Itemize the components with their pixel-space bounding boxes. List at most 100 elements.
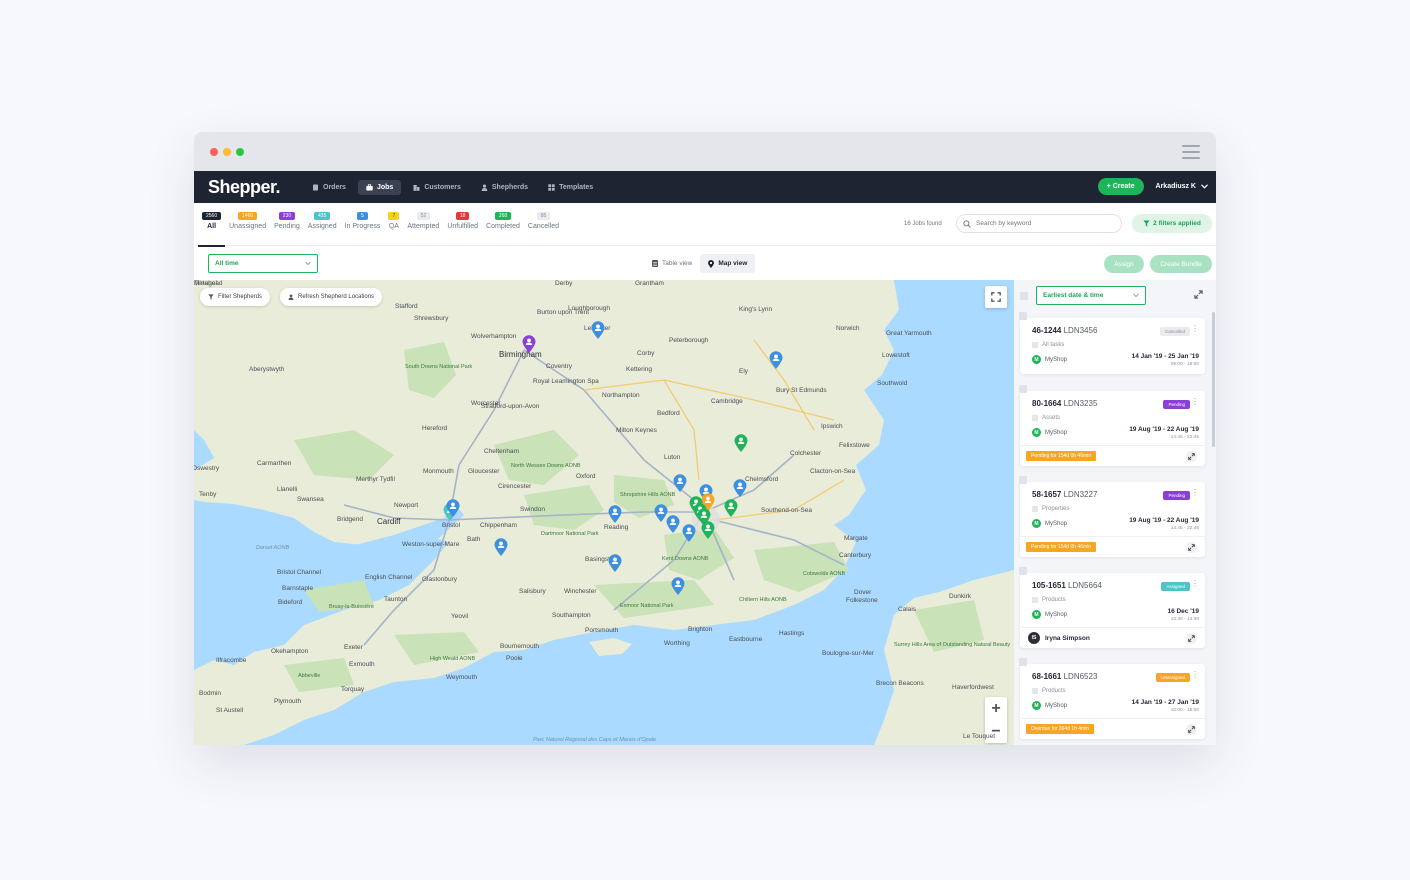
map-marker-icon[interactable] (673, 474, 687, 492)
tab-count-badge: 18 (455, 212, 470, 220)
expand-icon[interactable] (1186, 724, 1197, 735)
maximize-window-icon[interactable] (236, 148, 244, 156)
expand-icon[interactable] (1194, 290, 1203, 299)
nav-item-jobs[interactable]: Jobs (357, 179, 402, 195)
user-menu[interactable]: Arkadiusz K (1156, 183, 1208, 190)
job-card-footer: Pending for 154d 0h 46min (1020, 445, 1205, 466)
map-place-label: Ely (739, 368, 749, 375)
map-marker-icon[interactable] (701, 521, 715, 539)
map-marker-icon[interactable] (769, 351, 783, 369)
more-options-icon[interactable]: ⋮ (1191, 489, 1199, 497)
chevron-down-icon (1201, 184, 1208, 189)
tab-completed[interactable]: 268 Completed (482, 212, 524, 246)
tab-cancelled[interactable]: 85 Cancelled (524, 212, 563, 246)
tab-label: In Progress (344, 223, 381, 230)
tab-qa[interactable]: 7 QA (384, 212, 403, 246)
table-view-button[interactable]: Table view (644, 254, 700, 273)
shop-name: MyShop (1045, 429, 1068, 436)
filters-applied-button[interactable]: 2 filters applied (1132, 214, 1212, 233)
expand-icon[interactable] (1186, 633, 1197, 644)
map-marker-icon[interactable] (733, 479, 747, 497)
filter-shepherds-button[interactable]: Filter Shepherds (200, 288, 271, 306)
jobs-map[interactable]: Filter Shepherds Refresh Shepherd Locati… (194, 280, 1014, 745)
map-place-label: Colchester (790, 450, 822, 457)
job-card[interactable]: 46-1244 LDN3456 Cancelled ⋮ All tasks M MySho… (1019, 312, 1205, 374)
map-marker-icon[interactable] (446, 499, 460, 517)
tab-pending[interactable]: 230 Pending (270, 212, 304, 246)
map-place-label: Shrewsbury (414, 315, 449, 322)
select-all-checkbox[interactable] (1020, 292, 1028, 300)
hamburger-menu-icon[interactable] (1182, 145, 1200, 159)
zoom-in-button[interactable]: + (985, 697, 1007, 720)
map-place-label: Oswestry (194, 465, 220, 472)
map-place-label: Bodmin (199, 690, 222, 697)
more-options-icon[interactable]: ⋮ (1191, 580, 1199, 588)
map-place-label: Folkestone (846, 597, 878, 604)
job-card[interactable]: 80-1664 LDN3235 Pending ⋮ Assets M MyShop 19 A… (1019, 385, 1205, 466)
map-place-label: Yeovil (451, 613, 469, 620)
job-card[interactable]: 68-1661 LDN6523 Unassigned ⋮ Products M MySho… (1019, 658, 1205, 739)
job-card[interactable]: 58-1657 LDN3227 Pending ⋮ Properties M MyShop… (1019, 476, 1205, 557)
job-card[interactable]: 105-1651 LDN5664 Assigned ⋮ Products M MyShop… (1019, 567, 1205, 648)
map-marker-icon[interactable] (608, 505, 622, 523)
tab-count-badge: 268 (494, 212, 512, 220)
map-place-label: Bristol (442, 522, 461, 529)
more-options-icon[interactable]: ⋮ (1191, 671, 1199, 679)
map-place-label: Tintagel (194, 280, 217, 287)
map-marker-icon[interactable] (591, 321, 605, 339)
job-date-range: 14 Jan '19 - 27 Jan '19 (1131, 699, 1199, 706)
search-box[interactable] (956, 214, 1122, 233)
tab-in-progress[interactable]: 5 In Progress (341, 212, 385, 246)
tab-count-badge: 52 (416, 212, 431, 220)
job-category: Assets (1032, 415, 1199, 421)
app-logo[interactable]: Shepper. (208, 177, 304, 198)
tab-unassigned[interactable]: 1460 Unassigned (225, 212, 270, 246)
create-button[interactable]: + Create (1097, 178, 1144, 195)
more-options-icon[interactable]: ⋮ (1191, 398, 1199, 406)
map-place-label: Gloucester (468, 468, 500, 475)
sort-select[interactable]: Earliest date & time (1036, 286, 1146, 305)
map-marker-icon[interactable] (671, 577, 685, 595)
map-place-label: Parc Naturel Régional des Caps et Marais… (533, 737, 657, 743)
job-date-range: 14 Jan '19 - 25 Jan '19 (1131, 353, 1199, 360)
nav-item-orders[interactable]: Orders (304, 180, 354, 195)
map-marker-icon[interactable] (494, 538, 508, 556)
nav-item-customers[interactable]: Customers (405, 180, 469, 195)
nav-item-shepherds[interactable]: Shepherds (473, 180, 536, 195)
tab-label: Pending (274, 223, 300, 230)
job-list-scrollbar[interactable] (1212, 312, 1215, 447)
map-marker-icon[interactable] (608, 554, 622, 572)
expand-icon[interactable] (1186, 542, 1197, 553)
tab-assigned[interactable]: 435 Assigned (304, 212, 341, 246)
assign-button[interactable]: Assign (1104, 255, 1144, 273)
tab-all[interactable]: 2560 All (198, 212, 226, 247)
map-place-label: Bridgend (337, 516, 364, 523)
refresh-locations-button[interactable]: Refresh Shepherd Locations (280, 288, 383, 306)
time-filter-select[interactable]: All time (208, 254, 318, 273)
map-place-label: Great Yarmouth (886, 330, 932, 337)
create-bundle-button[interactable]: Create Bundle (1150, 255, 1212, 273)
map-marker-icon[interactable] (522, 335, 536, 353)
job-time-range: 09:00 - 18:00 (1170, 362, 1199, 367)
search-input[interactable] (976, 220, 1106, 227)
close-window-icon[interactable] (210, 148, 218, 156)
map-marker-icon[interactable] (682, 524, 696, 542)
tab-attempted[interactable]: 52 Attempted (403, 212, 443, 246)
nav-item-templates[interactable]: Templates (540, 180, 601, 195)
map-marker-icon[interactable] (734, 434, 748, 452)
chevron-down-icon (1133, 293, 1139, 298)
map-view-button[interactable]: Map view (700, 254, 756, 273)
expand-icon[interactable] (1186, 451, 1197, 462)
map-place-label: Hereford (422, 425, 448, 432)
map-place-label: Northampton (602, 392, 640, 399)
job-category-label: Products (1042, 688, 1066, 694)
more-options-icon[interactable]: ⋮ (1191, 325, 1199, 333)
map-place-label: Plymouth (274, 698, 302, 705)
tab-unfulfilled[interactable]: 18 Unfulfilled (443, 212, 482, 246)
overdue-warning-badge: Overdue for 364d 1h 4min (1026, 724, 1095, 734)
map-marker-icon[interactable] (666, 515, 680, 533)
map-marker-icon[interactable] (724, 499, 738, 517)
status-badge: Assigned (1161, 582, 1190, 591)
fullscreen-button[interactable] (985, 286, 1007, 308)
minimize-window-icon[interactable] (223, 148, 231, 156)
